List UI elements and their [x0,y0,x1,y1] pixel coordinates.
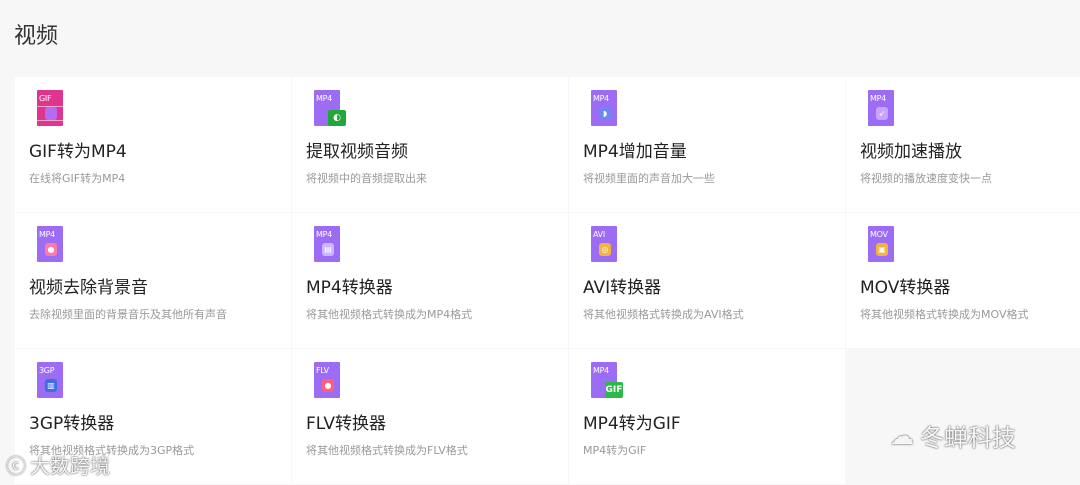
watermark-right-text: 冬蝉科技 [920,424,1016,452]
tool-title: 提取视频音频 [306,142,408,162]
watermark-logo-icon: ⓒ [6,454,26,478]
tool-card[interactable]: MP4 GIF MP4转为GIF MP4转为GIF [569,349,845,484]
tool-description: 将视频里面的声音加大一些 [583,172,715,185]
tool-card[interactable]: MOV ▣ MOV转换器 将其他视频格式转换成为MOV格式 [846,213,1080,348]
tool-card[interactable]: FLV ● FLV转换器 将其他视频格式转换成为FLV格式 [292,349,568,484]
tool-card[interactable]: GIF GIF转为MP4 在线将GIF转为MP4 [15,77,291,212]
tool-title: GIF转为MP4 [29,142,127,162]
mov-converter-file-icon: MOV ▣ [868,226,894,262]
flv-converter-file-icon: FLV ● [314,362,340,398]
tool-card[interactable]: MP4 ▤ MP4转换器 将其他视频格式转换成为MP4格式 [292,213,568,348]
tool-title: MP4转换器 [306,278,393,298]
mp4-converter-file-icon: MP4 ▤ [314,226,340,262]
empty-slot [846,349,1080,484]
wechat-icon: ☁ [890,421,914,450]
tool-card[interactable]: MP4 ➶ 视频加速播放 将视频的播放速度变快一点 [846,77,1080,212]
tool-description: 将其他视频格式转换成为AVI格式 [583,308,744,321]
tool-description: 将其他视频格式转换成为MP4格式 [306,308,473,321]
tool-title: MP4增加音量 [583,142,687,162]
tool-title: 视频去除背景音 [29,278,148,298]
tool-title: FLV转换器 [306,414,387,434]
tool-description: 在线将GIF转为MP4 [29,172,126,185]
mp4-to-gif-file-icon: MP4 GIF [591,362,623,398]
tool-card[interactable]: MP4 ◗ MP4增加音量 将视频里面的声音加大一些 [569,77,845,212]
tool-description: 将其他视频格式转换成为FLV格式 [306,444,468,457]
section-title: 视频 [14,24,59,49]
tool-card[interactable]: AVI ◎ AVI转换器 将其他视频格式转换成为AVI格式 [569,213,845,348]
tool-card[interactable]: MP4 ● 视频去除背景音 去除视频里面的背景音乐及其他所有声音 [15,213,291,348]
watermark-right: ☁ 冬蝉科技 [890,418,1016,453]
speed-up-file-icon: MP4 ➶ [868,90,894,126]
tool-description: 去除视频里面的背景音乐及其他所有声音 [29,308,227,321]
avi-converter-file-icon: AVI ◎ [591,226,617,262]
remove-bgm-file-icon: MP4 ● [37,226,63,262]
gif-file-icon: GIF [37,90,63,126]
tool-title: MOV转换器 [860,278,951,298]
tool-description: 将视频的播放速度变快一点 [860,172,992,185]
3gp-converter-file-icon: 3GP ▥ [37,362,63,398]
tool-title: 视频加速播放 [860,142,962,162]
tool-card[interactable]: MP4 ◐ 提取视频音频 将视频中的音频提取出来 [292,77,568,212]
tool-title: 3GP转换器 [29,414,115,434]
tool-description: MP4转为GIF [583,444,647,457]
tool-description: 将视频中的音频提取出来 [306,172,427,185]
volume-up-file-icon: MP4 ◗ [591,90,617,126]
watermark-left-text: 大数跨境 [30,454,110,478]
tool-title: MP4转为GIF [583,414,681,434]
watermark-left: ⓒ 大数跨境 [6,450,110,479]
tool-description: 将其他视频格式转换成为MOV格式 [860,308,1029,321]
extract-audio-file-icon: MP4 ◐ [314,90,346,126]
tool-title: AVI转换器 [583,278,662,298]
